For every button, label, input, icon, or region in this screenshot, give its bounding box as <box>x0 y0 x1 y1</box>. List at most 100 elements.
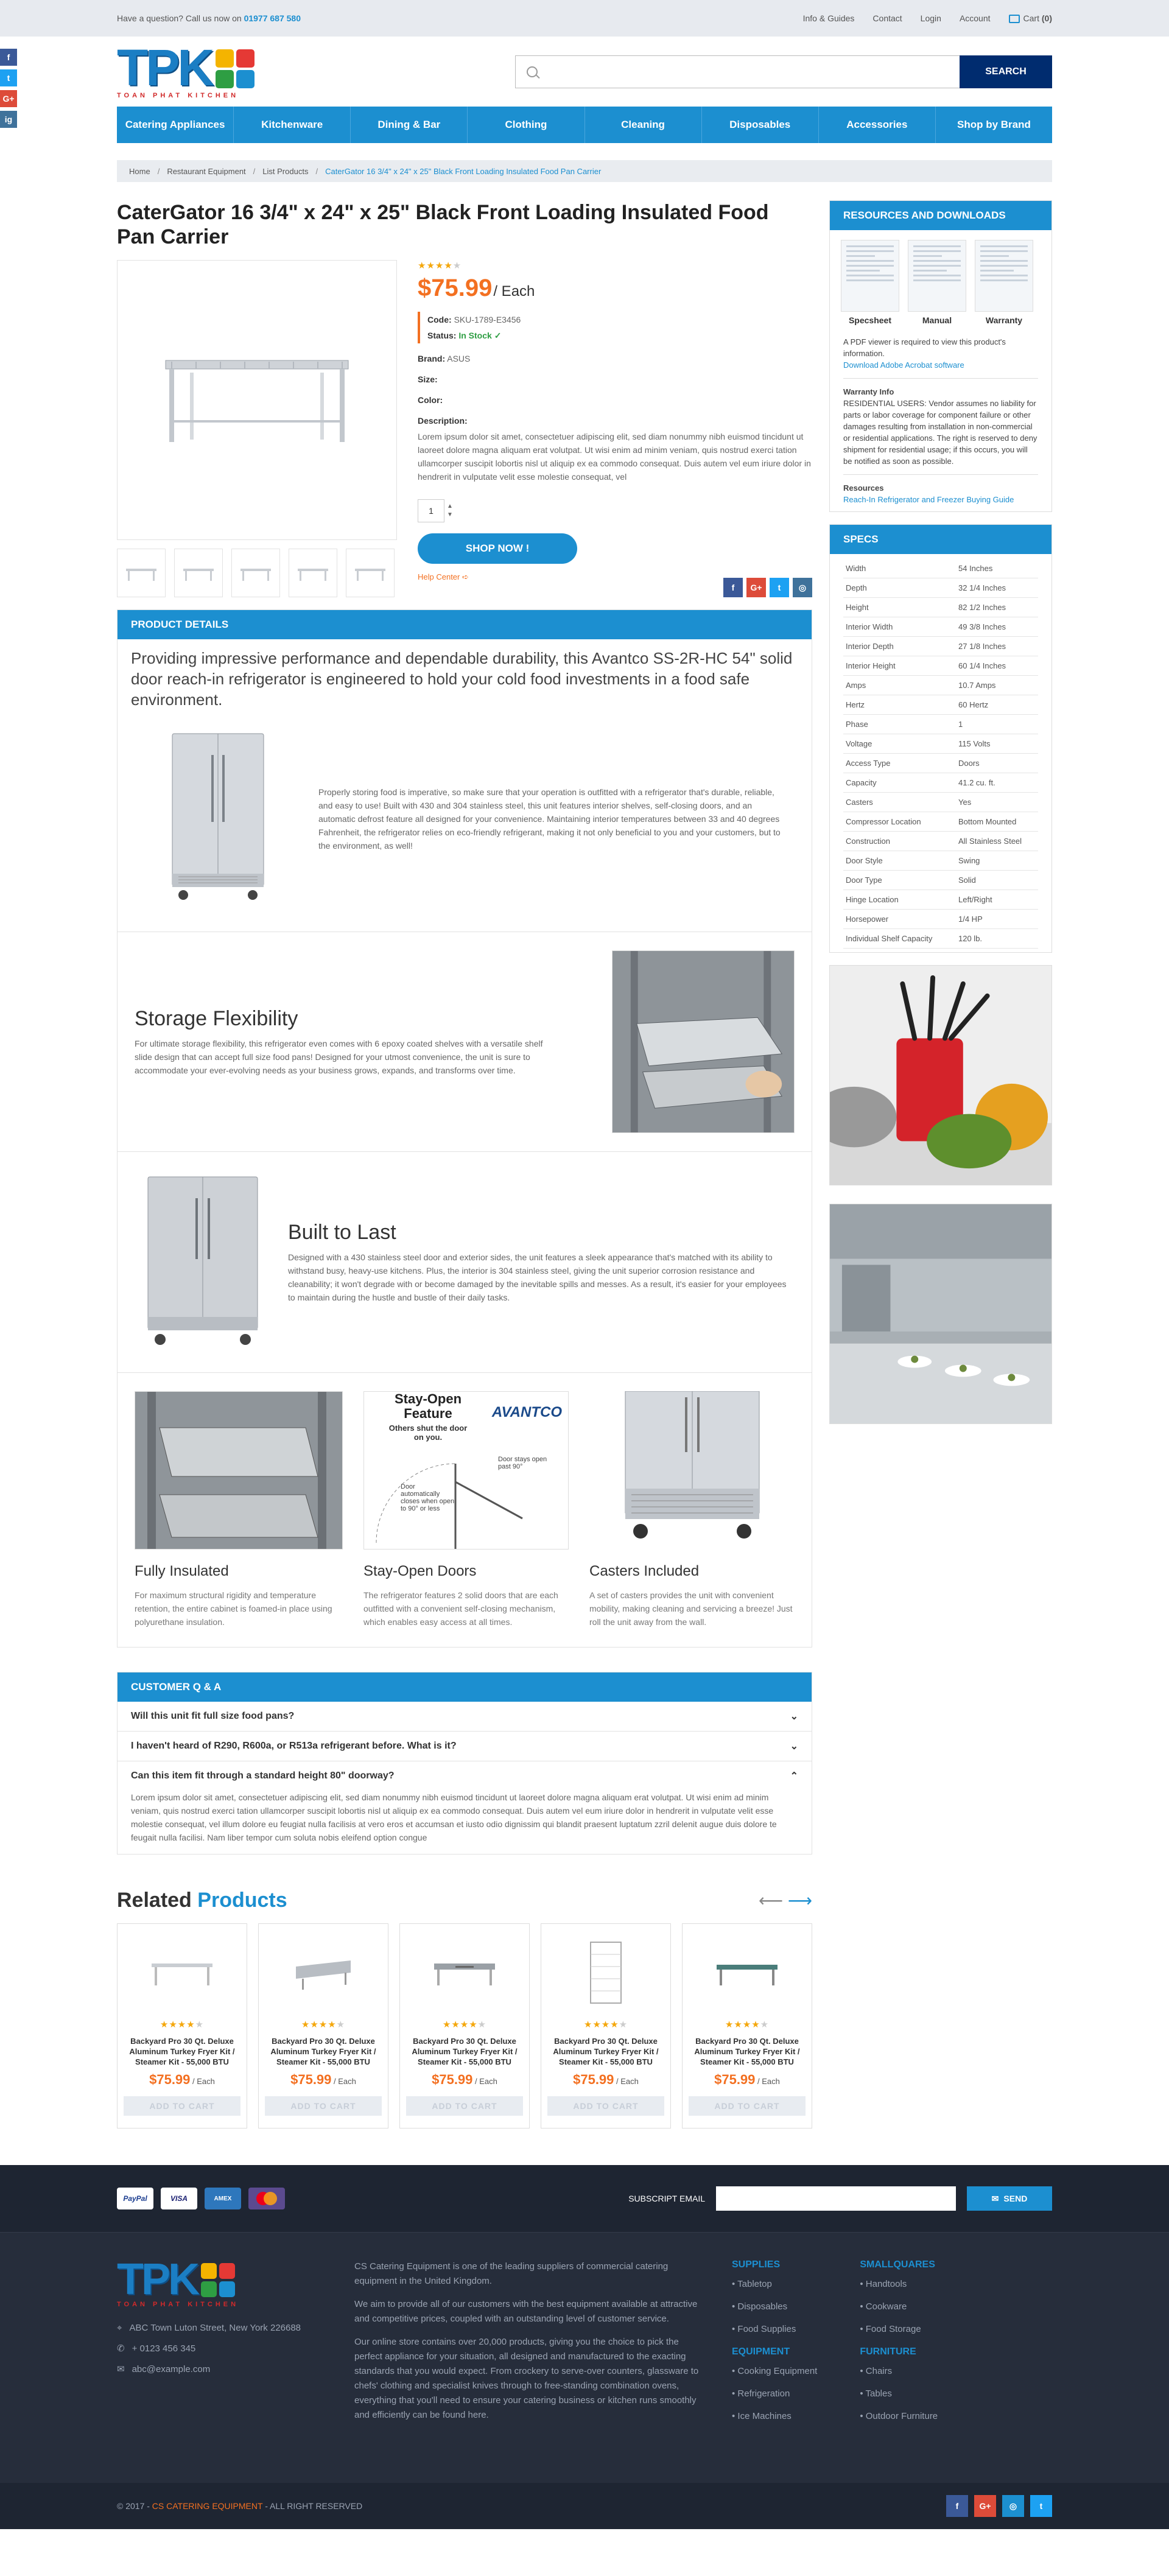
footer-link[interactable]: Chairs <box>860 2366 938 2376</box>
nav-cleaning[interactable]: Cleaning <box>585 107 702 143</box>
nav-kitchenware[interactable]: Kitchenware <box>234 107 351 143</box>
footer-logo[interactable]: TPK TOAN PHAT KITCHEN <box>117 2258 281 2308</box>
price-unit: / Each <box>616 2077 639 2086</box>
thumbnail[interactable] <box>289 549 337 597</box>
product-main-image[interactable] <box>117 260 397 540</box>
phone-link[interactable]: 01977 687 580 <box>244 13 301 23</box>
price-unit: / Each <box>192 2077 215 2086</box>
qa-question-3[interactable]: Can this item fit through a standard hei… <box>118 1761 812 1791</box>
twitter-icon[interactable]: t <box>0 69 17 86</box>
add-to-cart-button[interactable]: ADD TO CART <box>265 2096 382 2116</box>
footer-link[interactable]: Refrigeration <box>732 2388 817 2399</box>
nav-clothing[interactable]: Clothing <box>468 107 585 143</box>
shop-now-button[interactable]: SHOP NOW ! <box>418 533 577 564</box>
product-card-image[interactable] <box>406 1936 523 2009</box>
add-to-cart-button[interactable]: ADD TO CART <box>406 2096 523 2116</box>
copyright-brand[interactable]: CS CATERING EQUIPMENT <box>152 2501 263 2511</box>
footer-link[interactable]: Food Supplies <box>732 2324 817 2334</box>
footer-link[interactable]: Cookware <box>860 2301 938 2312</box>
google-plus-icon[interactable]: G+ <box>0 90 17 107</box>
thumbnail[interactable] <box>346 549 395 597</box>
share-twitter-icon[interactable]: t <box>770 578 789 597</box>
send-button[interactable]: ✉ SEND <box>967 2186 1052 2211</box>
share-buttons: f G+ t ◎ <box>723 578 812 597</box>
nav-accessories[interactable]: Accessories <box>819 107 936 143</box>
footer-link[interactable]: Outdoor Furniture <box>860 2411 938 2421</box>
facebook-icon[interactable]: f <box>946 2495 968 2517</box>
add-to-cart-button[interactable]: ADD TO CART <box>547 2096 664 2116</box>
share-instagram-icon[interactable]: ◎ <box>793 578 812 597</box>
share-google-plus-icon[interactable]: G+ <box>746 578 766 597</box>
spec-value: Doors <box>958 759 980 768</box>
product-card[interactable]: ★★★★★ Backyard Pro 30 Qt. Deluxe Aluminum… <box>258 1923 388 2129</box>
arrow-left-icon[interactable]: ⟵ <box>759 1891 783 1910</box>
product-card-title[interactable]: Backyard Pro 30 Qt. Deluxe Aluminum Turk… <box>124 2036 240 2067</box>
quantity-stepper[interactable]: 1 ▲ ▼ <box>418 499 812 522</box>
product-card-title[interactable]: Backyard Pro 30 Qt. Deluxe Aluminum Turk… <box>406 2036 523 2067</box>
product-card-image[interactable] <box>265 1936 382 2009</box>
qa-question-1[interactable]: Will this unit fit full size food pans? ⌄ <box>118 1702 812 1732</box>
footer-link[interactable]: Tables <box>860 2388 938 2399</box>
login-link[interactable]: Login <box>921 13 941 23</box>
product-card[interactable]: ★★★★★ Backyard Pro 30 Qt. Deluxe Aluminum… <box>682 1923 812 2129</box>
thumbnail[interactable] <box>174 549 223 597</box>
instagram-icon[interactable]: ig <box>0 111 17 128</box>
envelope-icon: ✉ <box>991 2193 999 2203</box>
insulated-image <box>135 1391 343 1549</box>
product-card-image[interactable] <box>124 1936 240 2009</box>
breadcrumb-list-products[interactable]: List Products <box>262 167 308 176</box>
add-to-cart-button[interactable]: ADD TO CART <box>124 2096 240 2116</box>
adobe-download-link[interactable]: Download Adobe Acrobat software <box>843 360 964 370</box>
product-card-title[interactable]: Backyard Pro 30 Qt. Deluxe Aluminum Turk… <box>689 2036 806 2067</box>
breadcrumb-restaurant-equipment[interactable]: Restaurant Equipment <box>167 167 245 176</box>
nav-disposables[interactable]: Disposables <box>702 107 819 143</box>
product-card[interactable]: ★★★★★ Backyard Pro 30 Qt. Deluxe Aluminum… <box>541 1923 671 2129</box>
footer-link[interactable]: Cooking Equipment <box>732 2366 817 2376</box>
email-text[interactable]: abc@example.com <box>132 2364 211 2374</box>
nav-dining-bar[interactable]: Dining & Bar <box>351 107 468 143</box>
site-logo[interactable]: TPK TOAN PHAT KITCHEN <box>117 42 281 99</box>
footer-link[interactable]: Tabletop <box>732 2279 817 2289</box>
breadcrumb-home[interactable]: Home <box>129 167 150 176</box>
qty-up-icon[interactable]: ▲ <box>447 502 453 511</box>
qa-question-2[interactable]: I haven't heard of R290, R600a, or R513a… <box>118 1732 812 1761</box>
google-plus-icon[interactable]: G+ <box>974 2495 996 2517</box>
footer-link[interactable]: Disposables <box>732 2301 817 2312</box>
specsheet-download[interactable]: Specsheet <box>841 240 899 325</box>
nav-shop-by-brand[interactable]: Shop by Brand <box>936 107 1052 143</box>
search-button[interactable]: SEARCH <box>960 55 1052 88</box>
thumbnail[interactable] <box>231 549 280 597</box>
arrow-right-icon[interactable]: ⟶ <box>788 1891 812 1910</box>
feature-column-casters: Casters Included A set of casters provid… <box>589 1391 795 1629</box>
twitter-icon[interactable]: t <box>1030 2495 1052 2517</box>
product-card-image[interactable] <box>547 1936 664 2009</box>
cart-link[interactable]: Cart (0) <box>1008 13 1052 24</box>
add-to-cart-button[interactable]: ADD TO CART <box>689 2096 806 2116</box>
instagram-icon[interactable]: ◎ <box>1002 2495 1024 2517</box>
product-card-title[interactable]: Backyard Pro 30 Qt. Deluxe Aluminum Turk… <box>265 2036 382 2067</box>
buying-guide-link[interactable]: Reach-In Refrigerator and Freezer Buying… <box>843 495 1014 504</box>
copyright-post: - ALL RIGHT RESERVED <box>265 2501 363 2511</box>
info-guides-link[interactable]: Info & Guides <box>803 13 855 23</box>
quantity-value[interactable]: 1 <box>418 499 444 522</box>
account-link[interactable]: Account <box>960 13 991 23</box>
search-input[interactable] <box>538 66 960 77</box>
warranty-download[interactable]: Warranty <box>975 240 1033 325</box>
product-card[interactable]: ★★★★★ Backyard Pro 30 Qt. Deluxe Aluminum… <box>399 1923 530 2129</box>
nav-catering-appliances[interactable]: Catering Appliances <box>117 107 234 143</box>
footer-link[interactable]: Ice Machines <box>732 2411 817 2421</box>
product-card[interactable]: ★★★★★ Backyard Pro 30 Qt. Deluxe Aluminum… <box>117 1923 247 2129</box>
cart-label: Cart <box>1023 13 1039 23</box>
refrigerator-image <box>160 731 276 907</box>
share-facebook-icon[interactable]: f <box>723 578 743 597</box>
qty-down-icon[interactable]: ▼ <box>447 511 453 519</box>
contact-link[interactable]: Contact <box>872 13 902 23</box>
footer-link[interactable]: Handtools <box>860 2279 938 2289</box>
product-card-image[interactable] <box>689 1936 806 2009</box>
facebook-icon[interactable]: f <box>0 49 17 66</box>
thumbnail[interactable] <box>117 549 166 597</box>
footer-link[interactable]: Food Storage <box>860 2324 938 2334</box>
product-card-title[interactable]: Backyard Pro 30 Qt. Deluxe Aluminum Turk… <box>547 2036 664 2067</box>
manual-download[interactable]: Manual <box>908 240 966 325</box>
subscribe-email-input[interactable] <box>716 2186 956 2211</box>
